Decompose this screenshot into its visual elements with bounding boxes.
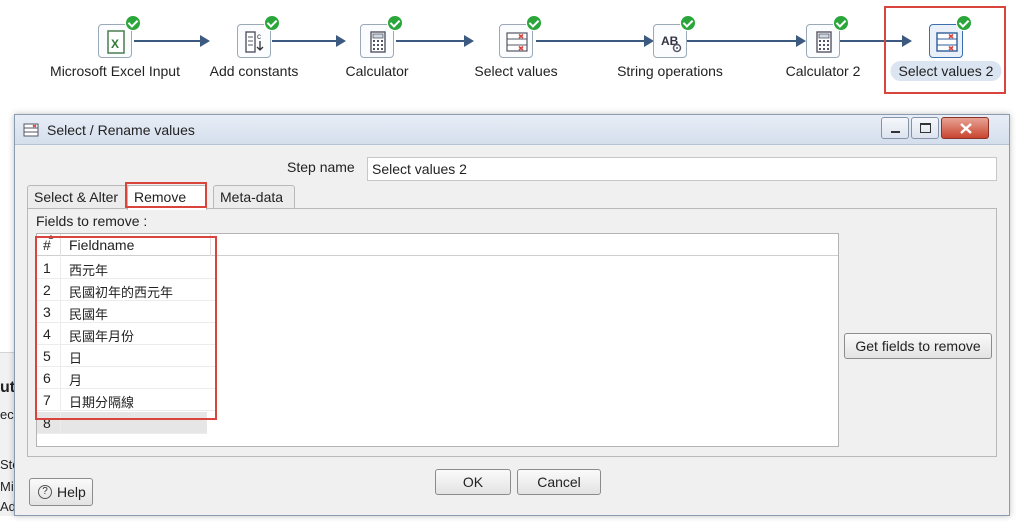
step-string-operations[interactable]: AB [653, 15, 696, 58]
step-label: Calculator 2 [785, 63, 861, 79]
step-name-label: Step name [287, 159, 355, 175]
dialog-titlebar[interactable]: Select / Rename values [15, 115, 1009, 145]
status-ok-icon [526, 15, 542, 31]
calculator-icon [370, 31, 386, 53]
status-ok-icon [264, 15, 280, 31]
step-select-values[interactable] [499, 15, 542, 58]
transformation-canvas: X Microsoft Excel Input c Add constants … [0, 0, 1024, 110]
hop-arrow[interactable] [536, 35, 654, 47]
help-icon: ? [38, 485, 52, 499]
tab-select-alter[interactable]: Select & Alter [27, 185, 131, 209]
hop-arrow[interactable] [686, 35, 806, 47]
step-label: Select values [474, 63, 558, 79]
fields-to-remove-label: Fields to remove : [36, 213, 148, 229]
step-label: String operations [617, 63, 723, 79]
ok-button[interactable]: OK [435, 469, 511, 495]
tab-meta-data[interactable]: Meta-data [213, 185, 295, 209]
minimize-icon [891, 131, 900, 133]
status-ok-icon [833, 15, 849, 31]
hop-arrow[interactable] [272, 35, 346, 47]
close-icon [960, 123, 972, 134]
status-ok-icon [680, 15, 696, 31]
hop-arrow[interactable] [396, 35, 474, 47]
step-add-constants[interactable]: c [237, 15, 280, 58]
excel-icon: X [107, 30, 125, 54]
step-calculator-2[interactable] [806, 15, 849, 58]
highlight-box-fields-table [35, 236, 217, 420]
calculator-icon [816, 31, 832, 53]
highlight-box-selected-step [884, 6, 1006, 94]
add-constants-icon: c [245, 31, 264, 53]
background-text: ut [0, 379, 16, 396]
select-rename-values-dialog: Select / Rename values Step name Select … [14, 114, 1010, 516]
status-ok-icon [125, 15, 141, 31]
svg-text:X: X [111, 37, 119, 51]
maximize-button[interactable] [911, 117, 939, 139]
remove-tab-panel: Fields to remove : ▲ # Fieldname 1 西元年 2… [27, 208, 997, 457]
string-operations-icon: AB [661, 34, 682, 53]
hop-arrow[interactable] [134, 35, 210, 47]
select-values-icon [23, 123, 39, 137]
get-fields-to-remove-button[interactable]: Get fields to remove [844, 333, 992, 359]
background-text: ec [0, 407, 14, 422]
step-label: Add constants [209, 63, 299, 79]
close-button[interactable] [941, 117, 989, 139]
step-label: Calculator [345, 63, 409, 79]
step-calculator[interactable] [360, 15, 403, 58]
background-text: Mi [0, 479, 14, 494]
step-label: Microsoft Excel Input [50, 63, 180, 79]
help-label: Help [57, 484, 86, 500]
svg-text:c: c [257, 32, 261, 41]
select-values-icon [506, 32, 528, 52]
step-microsoft-excel-input[interactable]: X [98, 15, 141, 58]
highlight-box-remove-tab [125, 182, 207, 208]
cancel-button[interactable]: Cancel [517, 469, 601, 495]
help-button[interactable]: ? Help [29, 478, 93, 506]
step-name-input[interactable] [367, 157, 997, 181]
svg-text:AB: AB [661, 34, 679, 48]
minimize-button[interactable] [881, 117, 909, 139]
dialog-title: Select / Rename values [47, 122, 195, 138]
status-ok-icon [387, 15, 403, 31]
maximize-icon [920, 123, 931, 133]
